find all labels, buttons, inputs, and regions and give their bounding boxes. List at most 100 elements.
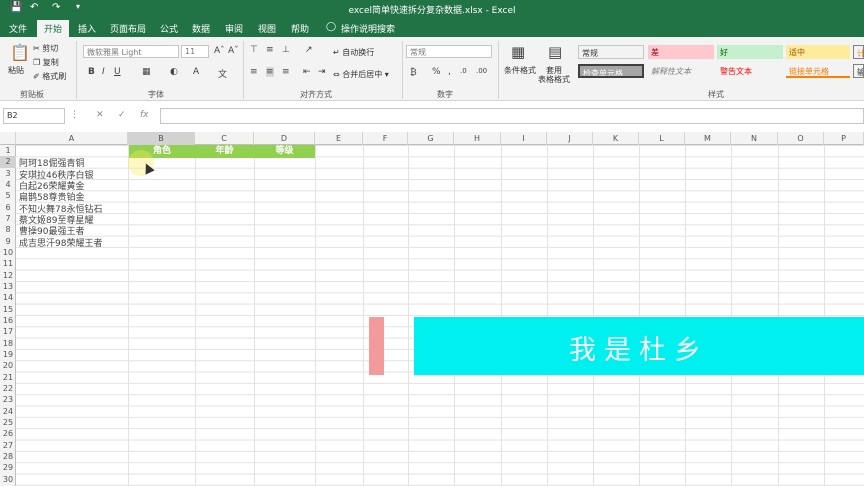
font-color-icon[interactable]: A bbox=[193, 67, 199, 77]
formula-input[interactable] bbox=[160, 108, 864, 124]
tab-help[interactable]: 帮助 bbox=[291, 22, 309, 35]
row-25[interactable]: 25 bbox=[0, 417, 16, 428]
row-9[interactable]: 9 bbox=[0, 236, 16, 247]
row-17[interactable]: 17 bbox=[0, 326, 16, 337]
font-name-combo[interactable]: 微软雅黑 Light bbox=[83, 45, 179, 58]
conditional-format-button[interactable]: 条件格式 bbox=[504, 65, 536, 76]
grow-font-icon[interactable]: Aˆ bbox=[214, 46, 225, 56]
insert-function-icon[interactable]: fx bbox=[140, 110, 149, 120]
col-E[interactable]: E bbox=[315, 132, 363, 145]
row-3[interactable]: 3 bbox=[0, 168, 16, 179]
style-calculation[interactable]: 计 bbox=[853, 45, 864, 59]
name-box[interactable]: B2 bbox=[3, 108, 65, 124]
select-all-corner[interactable] bbox=[0, 132, 16, 145]
col-G[interactable]: G bbox=[408, 132, 454, 145]
row-27[interactable]: 27 bbox=[0, 440, 16, 451]
row-29[interactable]: 29 bbox=[0, 462, 16, 473]
row-7[interactable]: 7 bbox=[0, 213, 16, 224]
paste-icon[interactable]: 📋 bbox=[10, 43, 30, 62]
style-neutral[interactable]: 适中 bbox=[786, 45, 850, 59]
col-B[interactable]: B bbox=[128, 132, 195, 145]
row-18[interactable]: 18 bbox=[0, 338, 16, 349]
number-format-combo[interactable]: 常规 bbox=[406, 45, 492, 58]
orientation-icon[interactable]: ↗ bbox=[305, 45, 313, 55]
row-26[interactable]: 26 bbox=[0, 428, 16, 439]
bold-icon[interactable]: B bbox=[88, 67, 95, 77]
cell-C1[interactable]: 年龄 bbox=[195, 145, 254, 158]
tell-me-search[interactable]: 操作说明搜索 bbox=[341, 22, 395, 35]
style-good[interactable]: 好 bbox=[717, 45, 783, 59]
style-linked-cell[interactable]: 链接单元格 bbox=[786, 64, 850, 78]
tab-formulas[interactable]: 公式 bbox=[160, 22, 178, 35]
col-P[interactable]: P bbox=[824, 132, 864, 145]
tab-data[interactable]: 数据 bbox=[192, 22, 210, 35]
style-explanatory[interactable]: 解释性文本 bbox=[648, 64, 714, 78]
align-top-icon[interactable]: ⊤ bbox=[250, 45, 258, 55]
row-10[interactable]: 10 bbox=[0, 247, 16, 258]
align-center-icon[interactable]: ≡ bbox=[266, 67, 274, 77]
tab-view[interactable]: 视图 bbox=[258, 22, 276, 35]
increase-indent-icon[interactable]: ⇥ bbox=[318, 67, 326, 77]
tab-review[interactable]: 审阅 bbox=[225, 22, 243, 35]
phonetic-icon[interactable]: 文 bbox=[218, 67, 227, 80]
row-24[interactable]: 24 bbox=[0, 406, 16, 417]
currency-icon[interactable]: ₿ bbox=[410, 67, 417, 78]
cell-A9[interactable]: 成吉思汗98荣耀王者 bbox=[19, 239, 102, 250]
cell-A6[interactable]: 不知火舞78永恒钻石 bbox=[19, 205, 102, 216]
col-N[interactable]: N bbox=[731, 132, 778, 145]
col-I[interactable]: I bbox=[501, 132, 547, 145]
cut-button[interactable]: ✂ 剪切 bbox=[33, 43, 58, 54]
font-size-combo[interactable]: 11 bbox=[181, 45, 209, 58]
row-13[interactable]: 13 bbox=[0, 281, 16, 292]
cell-A5[interactable]: 扁鹊58尊贵铂金 bbox=[19, 193, 84, 204]
align-middle-icon[interactable]: ≡ bbox=[266, 45, 274, 55]
row-6[interactable]: 6 bbox=[0, 202, 16, 213]
row-12[interactable]: 12 bbox=[0, 270, 16, 281]
row-2[interactable]: 2 bbox=[0, 156, 16, 168]
col-D[interactable]: D bbox=[254, 132, 315, 145]
row-21[interactable]: 21 bbox=[0, 372, 16, 383]
italic-icon[interactable]: I bbox=[102, 67, 105, 77]
row-14[interactable]: 14 bbox=[0, 292, 16, 303]
align-bottom-icon[interactable]: ⊥ bbox=[282, 45, 290, 55]
shrink-font-icon[interactable]: Aˇ bbox=[228, 46, 239, 56]
style-check-cell[interactable]: 检查单元格 bbox=[578, 64, 644, 78]
row-28[interactable]: 28 bbox=[0, 451, 16, 462]
align-right-icon[interactable]: ≡ bbox=[282, 67, 290, 77]
col-F[interactable]: F bbox=[363, 132, 408, 145]
col-J[interactable]: J bbox=[547, 132, 593, 145]
paste-button[interactable]: 粘贴 bbox=[8, 65, 24, 76]
col-O[interactable]: O bbox=[778, 132, 824, 145]
col-M[interactable]: M bbox=[685, 132, 731, 145]
worksheet-grid[interactable]: A B C D E F G H I J K L M N O P 1 2 3 4 … bbox=[0, 132, 864, 486]
tab-home[interactable]: 开始 bbox=[37, 20, 70, 37]
row-5[interactable]: 5 bbox=[0, 190, 16, 201]
tab-insert[interactable]: 插入 bbox=[78, 22, 96, 35]
tab-page-layout[interactable]: 页面布局 bbox=[110, 22, 146, 35]
col-A[interactable]: A bbox=[16, 132, 128, 145]
row-30[interactable]: 30 bbox=[0, 474, 16, 485]
tab-file[interactable]: 文件 bbox=[9, 22, 27, 35]
increase-decimal-icon[interactable]: .0 bbox=[460, 67, 467, 75]
cell-A7[interactable]: 蔡文姬89至尊星耀 bbox=[19, 216, 93, 227]
underline-icon[interactable]: U bbox=[114, 67, 121, 77]
cell-A3[interactable]: 安琪拉46秩序白银 bbox=[19, 171, 93, 182]
cell-A4[interactable]: 白起26荣耀黄金 bbox=[19, 182, 84, 193]
wrap-text-button[interactable]: ↵ 自动换行 bbox=[333, 47, 374, 58]
cell-A2[interactable]: 阿珂18倔强青铜 bbox=[19, 159, 84, 170]
format-painter-button[interactable]: ✐ 格式刷 bbox=[33, 71, 66, 82]
copy-button[interactable]: ❐ 复制 bbox=[33, 57, 59, 68]
row-8[interactable]: 8 bbox=[0, 224, 16, 235]
cancel-icon[interactable]: ✕ bbox=[96, 110, 104, 120]
col-K[interactable]: K bbox=[593, 132, 639, 145]
col-C[interactable]: C bbox=[195, 132, 254, 145]
style-warning[interactable]: 警告文本 bbox=[717, 64, 783, 78]
row-20[interactable]: 20 bbox=[0, 360, 16, 371]
row-1[interactable]: 1 bbox=[0, 145, 16, 156]
cell-A8[interactable]: 曹操90最强王者 bbox=[19, 227, 84, 238]
percent-icon[interactable]: % bbox=[432, 67, 441, 77]
border-icon[interactable]: ▦ bbox=[142, 67, 151, 77]
conditional-format-icon[interactable]: ▦ bbox=[511, 43, 525, 61]
row-19[interactable]: 19 bbox=[0, 349, 16, 360]
cell-D1[interactable]: 等级 bbox=[254, 145, 315, 158]
